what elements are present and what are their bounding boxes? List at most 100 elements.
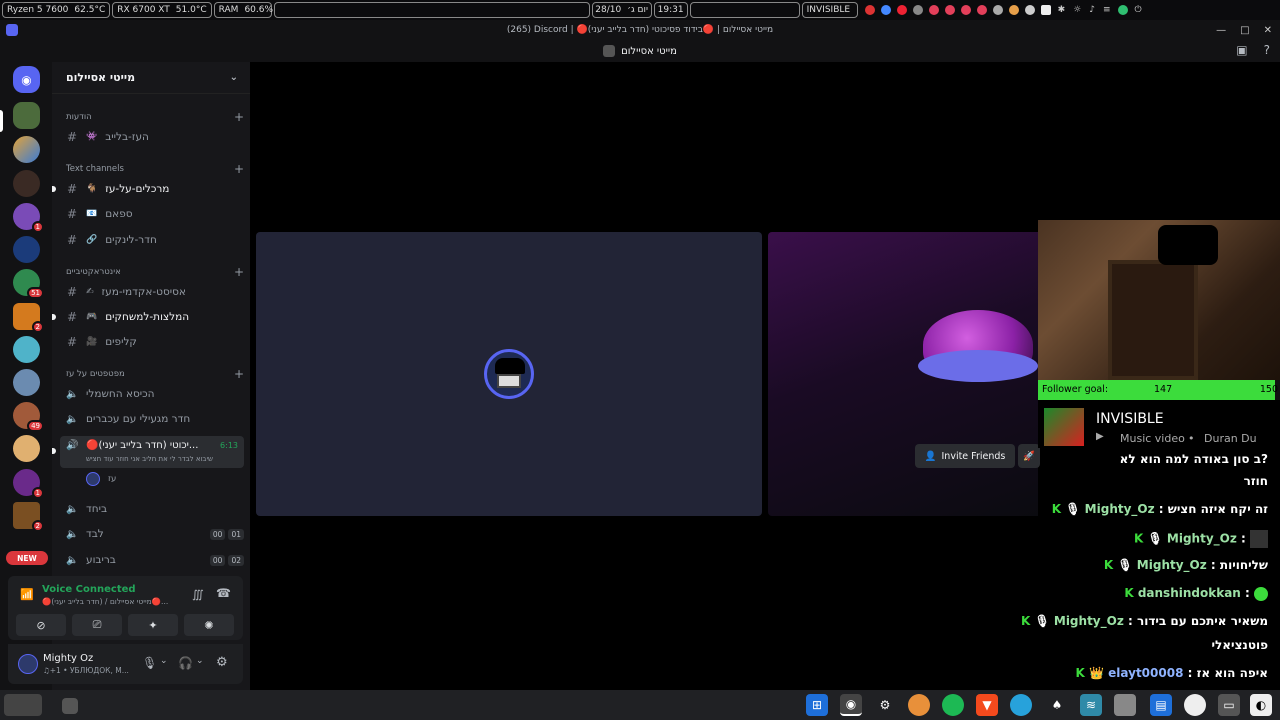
discord-taskbar-icon[interactable]: ◉ [840,694,862,716]
tray-icon[interactable] [864,5,875,15]
channel-live[interactable]: # 👾 העז-בלייב [66,126,244,148]
server-icon[interactable] [13,336,40,363]
tray-icon[interactable] [1008,5,1019,15]
desktop-pager[interactable] [62,698,78,714]
voice-location[interactable]: 🔴מייטי אסיילום / (חדר בלייב יעני)🔴... [42,597,182,606]
channel-links[interactable]: # 🔗 חדר-לינקים [66,229,244,251]
stream-widget[interactable]: INVISIBLE [801,2,858,18]
new-badge[interactable]: NEW [6,551,48,565]
obs-icon[interactable]: ◐ [1250,694,1272,716]
steam-icon[interactable]: ⚙ [874,694,896,716]
category-interactive[interactable]: אינטראקטיביים + [66,265,244,279]
channel-clips[interactable]: # 🎥 קליפים [66,331,244,353]
activities-button[interactable]: ✦ [128,614,178,636]
server-icon[interactable] [13,435,40,462]
camera-off-button[interactable]: ⊘ [16,614,66,636]
workspace-switcher[interactable] [4,694,42,716]
activity-promo-tile[interactable] [768,232,1038,516]
files-icon[interactable] [1114,694,1136,716]
voice-status[interactable]: Voice Connected [42,584,136,595]
server-icon[interactable] [13,170,40,197]
voice-channel-together[interactable]: 🔈 ביחד [66,498,244,520]
server-icon[interactable]: 1 [13,203,44,233]
close-icon[interactable]: ✕ [1264,25,1272,36]
server-icon[interactable]: 2 [13,502,44,532]
server-icon[interactable] [13,136,40,163]
avatar[interactable] [18,654,38,674]
power-icon[interactable]: ⏻ [1135,5,1142,15]
ram-widget[interactable]: RAM 60.6% [213,2,273,18]
server-header[interactable]: מייטי אסיילום ⌄ [52,62,250,94]
tray-icon[interactable] [928,5,939,15]
empty-widget-2[interactable] [689,2,800,18]
clock-widget[interactable]: 19:31 [653,2,688,18]
inkscape-icon[interactable]: ♠ [1046,694,1068,716]
voice-channel-quad[interactable]: 🔈 בריבוע 00 02 [66,549,244,571]
layers-icon[interactable]: ≋ [1080,694,1102,716]
tray-icon[interactable] [960,5,971,15]
tray-icon[interactable] [944,5,955,15]
voice-participant[interactable]: עז [86,472,116,486]
cpu-widget[interactable]: Ryzen 5 7600 62.5°C [2,2,111,18]
start-menu-icon[interactable]: ⊞ [806,694,828,716]
participant-tile[interactable] [256,232,762,516]
store-icon[interactable]: ▤ [1150,694,1172,716]
firefox-icon[interactable] [908,694,930,716]
activity-button[interactable]: 🚀 [1018,444,1040,468]
channel-marcelim[interactable]: # 🐐 מרכלים-על-עז [66,178,244,200]
server-icon[interactable] [13,369,40,396]
network-icon[interactable]: ≡ [1103,5,1111,15]
user-name[interactable]: Mighty Oz [43,653,93,664]
maximize-icon[interactable]: □ [1240,25,1249,36]
chevron-down-icon[interactable]: ⌄ [160,656,168,666]
soundboard-button[interactable]: ✺ [184,614,234,636]
category-text-channels[interactable]: Text channels + [66,162,244,176]
tray-icon[interactable] [1040,5,1051,15]
brightness-icon[interactable]: ☼ [1073,5,1081,15]
headphones-icon[interactable]: 🎧 [178,656,193,670]
server-icon[interactable]: 1 [13,469,44,499]
tray-icon[interactable] [992,5,1003,15]
settings-gear-icon[interactable]: ⚙ [216,655,228,670]
disconnect-icon[interactable]: ☎ [216,586,231,600]
tray-icon[interactable] [1117,5,1128,15]
date-widget[interactable]: 28/10 יום ג׳ [591,2,652,18]
tray-icon[interactable] [880,5,891,15]
brave-icon[interactable]: ▼ [976,694,998,716]
add-channel-icon[interactable]: + [234,110,244,124]
minimize-icon[interactable]: — [1216,25,1226,36]
channel-spam[interactable]: # 📧 ספאם [66,203,244,225]
category-announcements[interactable]: הודעות + [66,110,244,124]
add-channel-icon[interactable]: + [234,367,244,381]
server-icon[interactable] [13,102,40,129]
screen-share-button[interactable]: ⎚ [72,614,122,636]
tray-icon[interactable] [912,5,923,15]
tray-icon[interactable] [976,5,987,15]
channel-recommend[interactable]: # 🎮 המלצות-למשחקים [66,306,244,328]
channel-assist[interactable]: # ✍ אסיסט-אקדמי-מעז [66,281,244,303]
server-icon[interactable]: 2 [13,303,44,333]
noise-suppression-icon[interactable]: ∭ [192,588,204,601]
voice-channel-alone[interactable]: 🔈 לבד 00 01 [66,523,244,545]
category-oz[interactable]: מפטפטים על עז + [66,367,244,381]
app-icon[interactable] [1184,694,1206,716]
terminal-icon[interactable]: ▭ [1218,694,1240,716]
help-icon[interactable]: ? [1264,43,1270,57]
server-icon[interactable]: 49 [13,402,44,432]
voice-channel-chair[interactable]: 🔈 הכיסא החשמלי [66,383,244,405]
spotify-icon[interactable] [942,694,964,716]
voice-channel-isolation[interactable]: 🔊 🔴יכוטי (חדר בלייב יעני)... 6:13 [66,434,238,456]
invite-friends-button[interactable]: 👤 Invite Friends [915,444,1015,468]
gpu-widget[interactable]: RX 6700 XT 51.0°C [112,2,212,18]
empty-widget-1[interactable] [273,2,590,18]
discord-home-icon[interactable]: ◉ [13,66,40,93]
volume-icon[interactable]: ♪ [1089,5,1095,15]
server-icon[interactable]: 51 [13,269,44,299]
chevron-down-icon[interactable]: ⌄ [196,656,204,666]
voice-channel-disgusting[interactable]: 🔈 חדר מגעילי עם עכברים [66,408,244,430]
tray-icon[interactable] [1024,5,1035,15]
add-channel-icon[interactable]: + [234,162,244,176]
add-channel-icon[interactable]: + [234,265,244,279]
inbox-icon[interactable]: ▣ [1236,43,1247,57]
telegram-icon[interactable] [1010,694,1032,716]
